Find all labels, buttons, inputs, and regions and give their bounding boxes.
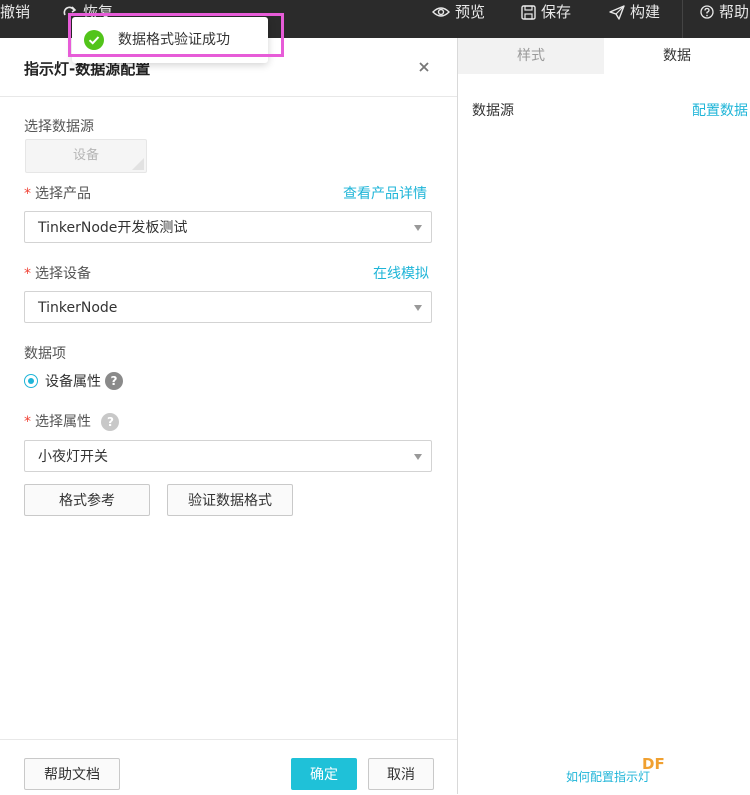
radio-label: 设备属性	[45, 374, 101, 390]
preview-button[interactable]: 预览	[432, 0, 485, 24]
save-label: 保存	[541, 3, 572, 21]
caret-down-icon	[414, 225, 422, 231]
verify-format-button[interactable]: 验证数据格式	[167, 484, 293, 516]
question-icon[interactable]: ?	[101, 413, 120, 431]
how-to-config-link[interactable]: 如何配置指示灯	[566, 768, 650, 785]
attribute-label-text: 选择属性	[35, 414, 91, 430]
device-attribute-radio[interactable]: 设备属性 ?	[24, 371, 123, 391]
toast-message: 数据格式验证成功	[118, 32, 230, 48]
close-icon[interactable]	[415, 58, 433, 76]
format-reference-button[interactable]: 格式参考	[24, 484, 150, 516]
help-button[interactable]: 帮助	[700, 0, 749, 24]
required-mark: *	[24, 414, 31, 430]
paper-plane-icon	[609, 4, 625, 20]
required-mark: *	[24, 186, 31, 202]
properties-panel: 样式 数据 数据源 配置数据 如何配置指示灯	[458, 38, 750, 794]
selected-corner-icon	[132, 158, 144, 170]
preview-label: 预览	[455, 3, 486, 21]
help-doc-button[interactable]: 帮助文档	[24, 758, 120, 790]
help-label: 帮助	[719, 3, 750, 21]
save-button[interactable]: 保存	[521, 0, 571, 24]
source-label: 选择数据源	[24, 119, 94, 135]
undo-label: 撤销	[0, 3, 31, 21]
attribute-select-value: 小夜灯开关	[38, 449, 108, 465]
required-mark: *	[24, 266, 31, 282]
ok-button[interactable]: 确定	[291, 758, 357, 790]
panel-tabs: 样式 数据	[458, 38, 750, 74]
config-data-link[interactable]: 配置数据	[692, 100, 748, 120]
product-label: * 选择产品	[24, 183, 91, 203]
device-label-text: 选择设备	[35, 266, 91, 282]
eye-icon	[432, 7, 450, 17]
product-select-value: TinkerNode开发板测试	[38, 220, 188, 236]
undo-button[interactable]: 撤销	[0, 0, 30, 24]
product-label-text: 选择产品	[35, 186, 91, 202]
tab-data[interactable]: 数据	[604, 38, 750, 74]
source-option-device[interactable]: 设备	[25, 139, 147, 173]
build-button[interactable]: 构建	[609, 0, 660, 24]
device-label: * 选择设备	[24, 263, 91, 283]
data-item-label: 数据项	[24, 346, 66, 362]
source-option-label: 设备	[72, 148, 99, 163]
panel-source-label: 数据源	[472, 103, 514, 119]
cancel-button[interactable]: 取消	[368, 758, 434, 790]
dialog-footer: 帮助文档 确定 取消	[0, 739, 457, 795]
success-toast: 数据格式验证成功	[72, 17, 268, 63]
success-check-icon	[84, 30, 104, 50]
device-select-value: TinkerNode	[38, 300, 118, 316]
online-simulate-link[interactable]: 在线模拟	[373, 263, 429, 283]
attribute-label: * 选择属性 ?	[24, 411, 120, 431]
product-select[interactable]: TinkerNode开发板测试	[24, 211, 432, 243]
help-circle-icon	[700, 5, 714, 19]
question-icon[interactable]: ?	[105, 372, 123, 390]
toolbar-divider	[682, 0, 683, 38]
floppy-disk-icon	[521, 4, 536, 20]
radio-selected[interactable]	[24, 374, 38, 388]
watermark-logo: DF	[642, 755, 665, 773]
product-details-link[interactable]: 查看产品详情	[343, 183, 427, 203]
datasource-config-dialog: 指示灯-数据源配置 选择数据源 设备 * 选择产品 查看产品详情 TinkerNo…	[0, 38, 458, 794]
device-select[interactable]: TinkerNode	[24, 291, 432, 323]
caret-down-icon	[414, 454, 422, 460]
caret-down-icon	[414, 305, 422, 311]
attribute-select[interactable]: 小夜灯开关	[24, 440, 432, 472]
tab-style[interactable]: 样式	[458, 38, 604, 74]
build-label: 构建	[630, 3, 661, 21]
